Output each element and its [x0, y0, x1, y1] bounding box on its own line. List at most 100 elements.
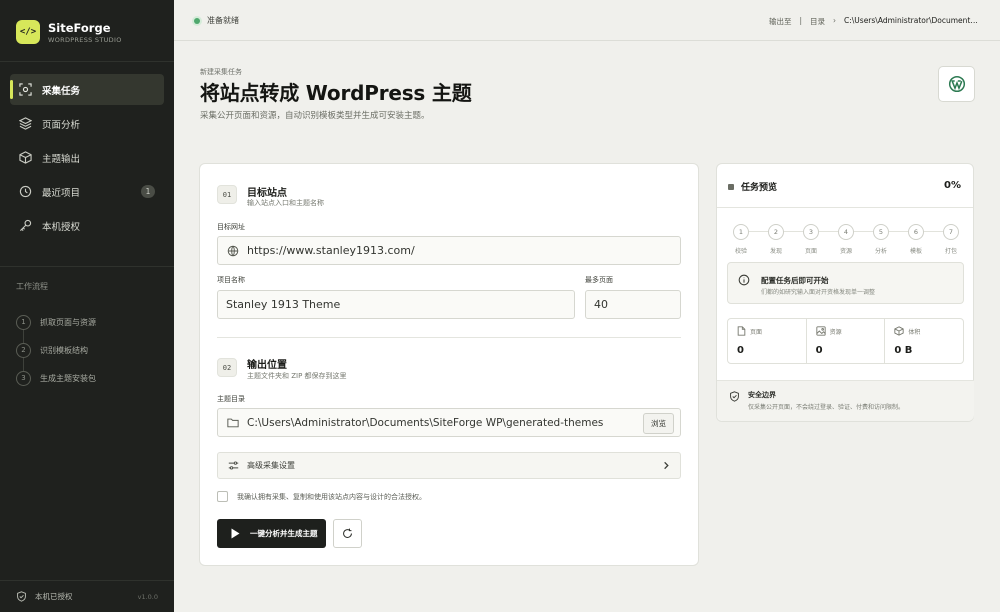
page-subtitle: 采集公开页面和资源，自动识别模板类型并生成可安装主题。: [200, 111, 430, 121]
sidebar-item-output[interactable]: 主题输出: [10, 142, 164, 173]
step-circle: 2: [768, 224, 784, 240]
sidebar-divider: [0, 266, 174, 267]
consent-checkbox[interactable]: [217, 491, 228, 502]
workflow-step: 2 识别模板结构: [16, 336, 166, 364]
sidebar-item-collect[interactable]: 采集任务: [10, 74, 164, 105]
pipeline-step: 2 发现: [763, 224, 789, 255]
code-icon: </>: [16, 20, 40, 44]
topbar: 准备就绪 输出至 | 目录 › C:\Users\Administrator\D…: [174, 0, 1000, 41]
theme-dir-value: C:\Users\Administrator\Documents\SiteFor…: [247, 416, 604, 429]
project-name-value: Stanley 1913 Theme: [226, 298, 341, 311]
stat-value: 0 B: [894, 345, 913, 356]
stat-value: 0: [815, 345, 823, 356]
sidebar-item-recent[interactable]: 最近项目 1: [10, 176, 164, 207]
key-icon: [19, 219, 32, 232]
step-label: 生成主题安装包: [40, 373, 96, 383]
refresh-icon: [343, 528, 352, 538]
step-label: 打包: [944, 248, 957, 255]
step-label: 校验: [734, 248, 747, 255]
workflow-step: 1 抓取页面与资源: [16, 308, 166, 336]
section-subtitle: 主题文件夹和 ZIP 都保存到这里: [247, 372, 347, 380]
step-number: 1: [16, 314, 31, 330]
shield-check-icon: [730, 391, 739, 402]
reset-button[interactable]: [333, 519, 362, 548]
layers-icon: [19, 117, 32, 130]
stat-value: 0: [737, 345, 744, 356]
step-label: 识别模板结构: [40, 345, 88, 355]
stat-assets: 资源 0: [807, 319, 886, 363]
wordpress-button[interactable]: [938, 66, 975, 102]
pipeline-steps: 1 校验 2 发现 3 页面 4 资源 5 分析 6 模板 7 打包: [728, 224, 964, 255]
theme-dir-label: 主题目录: [217, 395, 245, 403]
shield-check-icon: [17, 591, 26, 602]
play-icon: [231, 528, 240, 539]
stat-label: 体积: [908, 328, 921, 336]
app-name: SiteForge: [48, 20, 111, 35]
step-label: 抓取页面与资源: [40, 317, 96, 327]
step-circle: 1: [733, 224, 749, 240]
stat-pages: 页面 0: [728, 319, 807, 363]
preview-divider: [717, 207, 973, 208]
security-title: 安全边界: [748, 391, 776, 399]
workflow-label: 工作流程: [16, 282, 48, 291]
step-number: 3: [16, 370, 31, 386]
license-status: 本机已授权 v1.0.0: [16, 591, 158, 602]
page-title: 将站点转成 WordPress 主题: [200, 81, 472, 105]
stats-panel: 页面 0 资源 0 体积 0 B: [727, 318, 964, 364]
step-circle: 7: [943, 224, 959, 240]
pipeline-step: 7 打包: [938, 224, 964, 255]
count-badge: 1: [141, 185, 155, 198]
image-icon: [816, 326, 826, 336]
preview-title: 任务预览: [728, 180, 777, 193]
clock-icon: [19, 185, 32, 198]
theme-dir-field[interactable]: C:\Users\Administrator\Documents\SiteFor…: [217, 408, 681, 437]
project-name-label: 项目名称: [217, 276, 245, 284]
license-label: 本机已授权: [35, 592, 73, 601]
section-divider: [217, 337, 681, 338]
step-circle: 6: [908, 224, 924, 240]
sliders-icon: [228, 461, 239, 470]
sidebar: </> SiteForge WORDPRESS STUDIO 采集任务 页面分析…: [0, 0, 174, 612]
sidebar-item-license[interactable]: 本机授权: [10, 210, 164, 241]
security-text: 仅采集公开页面，不会绕过登录、验证、付费和访问限制。: [748, 404, 905, 411]
status-text: 准备就绪: [207, 16, 239, 25]
step-label: 页面: [804, 248, 817, 255]
pipeline-step: 4 资源: [833, 224, 859, 255]
status-indicator: 准备就绪: [194, 15, 239, 26]
breadcrumb: 输出至 | 目录 › C:\Users\Administrator\Docume…: [769, 16, 978, 27]
app-subtitle: WORDPRESS STUDIO: [48, 35, 122, 44]
sidebar-divider: [0, 580, 174, 581]
step-number: 2: [16, 342, 31, 358]
project-name-field[interactable]: Stanley 1913 Theme: [217, 290, 575, 319]
output-path[interactable]: C:\Users\Administrator\Documents\SiteFor…: [844, 16, 978, 27]
browse-button[interactable]: 浏览: [643, 413, 674, 434]
url-field[interactable]: https://www.stanley1913.com/: [217, 236, 681, 265]
sidebar-divider: [0, 61, 174, 62]
version-label: v1.0.0: [137, 592, 158, 601]
chevron-right-icon: [664, 461, 669, 470]
pipeline-step: 3 页面: [798, 224, 824, 255]
max-pages-label: 最多页面: [585, 276, 613, 284]
breadcrumb-item: 目录: [810, 17, 825, 26]
package-icon: [894, 326, 904, 336]
sidebar-item-analysis[interactable]: 页面分析: [10, 108, 164, 139]
breadcrumb-separator: |: [799, 16, 802, 25]
page-eyebrow: 新建采集任务: [200, 68, 242, 76]
step-circle: 5: [873, 224, 889, 240]
url-label: 目标网址: [217, 223, 245, 231]
analyze-generate-button[interactable]: 一键分析并生成主题: [217, 519, 326, 548]
advanced-settings-toggle[interactable]: 高级采集设置: [217, 452, 681, 479]
max-pages-field[interactable]: 40: [585, 290, 681, 319]
section-title: 目标站点: [247, 188, 287, 199]
info-icon: [738, 274, 750, 286]
advanced-settings-label: 高级采集设置: [247, 461, 295, 470]
notice-subtitle: 们都的如研究输入面对开资格发现单一调整: [761, 289, 876, 296]
brand: </> SiteForge WORDPRESS STUDIO: [16, 20, 122, 44]
step-label: 资源: [839, 248, 852, 255]
workflow-step: 3 生成主题安装包: [16, 364, 166, 392]
breadcrumb-separator: ›: [833, 16, 836, 25]
section-title: 输出位置: [247, 360, 287, 371]
sidebar-item-label: 本机授权: [42, 221, 81, 233]
info-notice: 配置任务后即可开始 们都的如研究输入面对开资格发现单一调整: [727, 262, 964, 304]
progress-percent: 0%: [944, 180, 961, 191]
